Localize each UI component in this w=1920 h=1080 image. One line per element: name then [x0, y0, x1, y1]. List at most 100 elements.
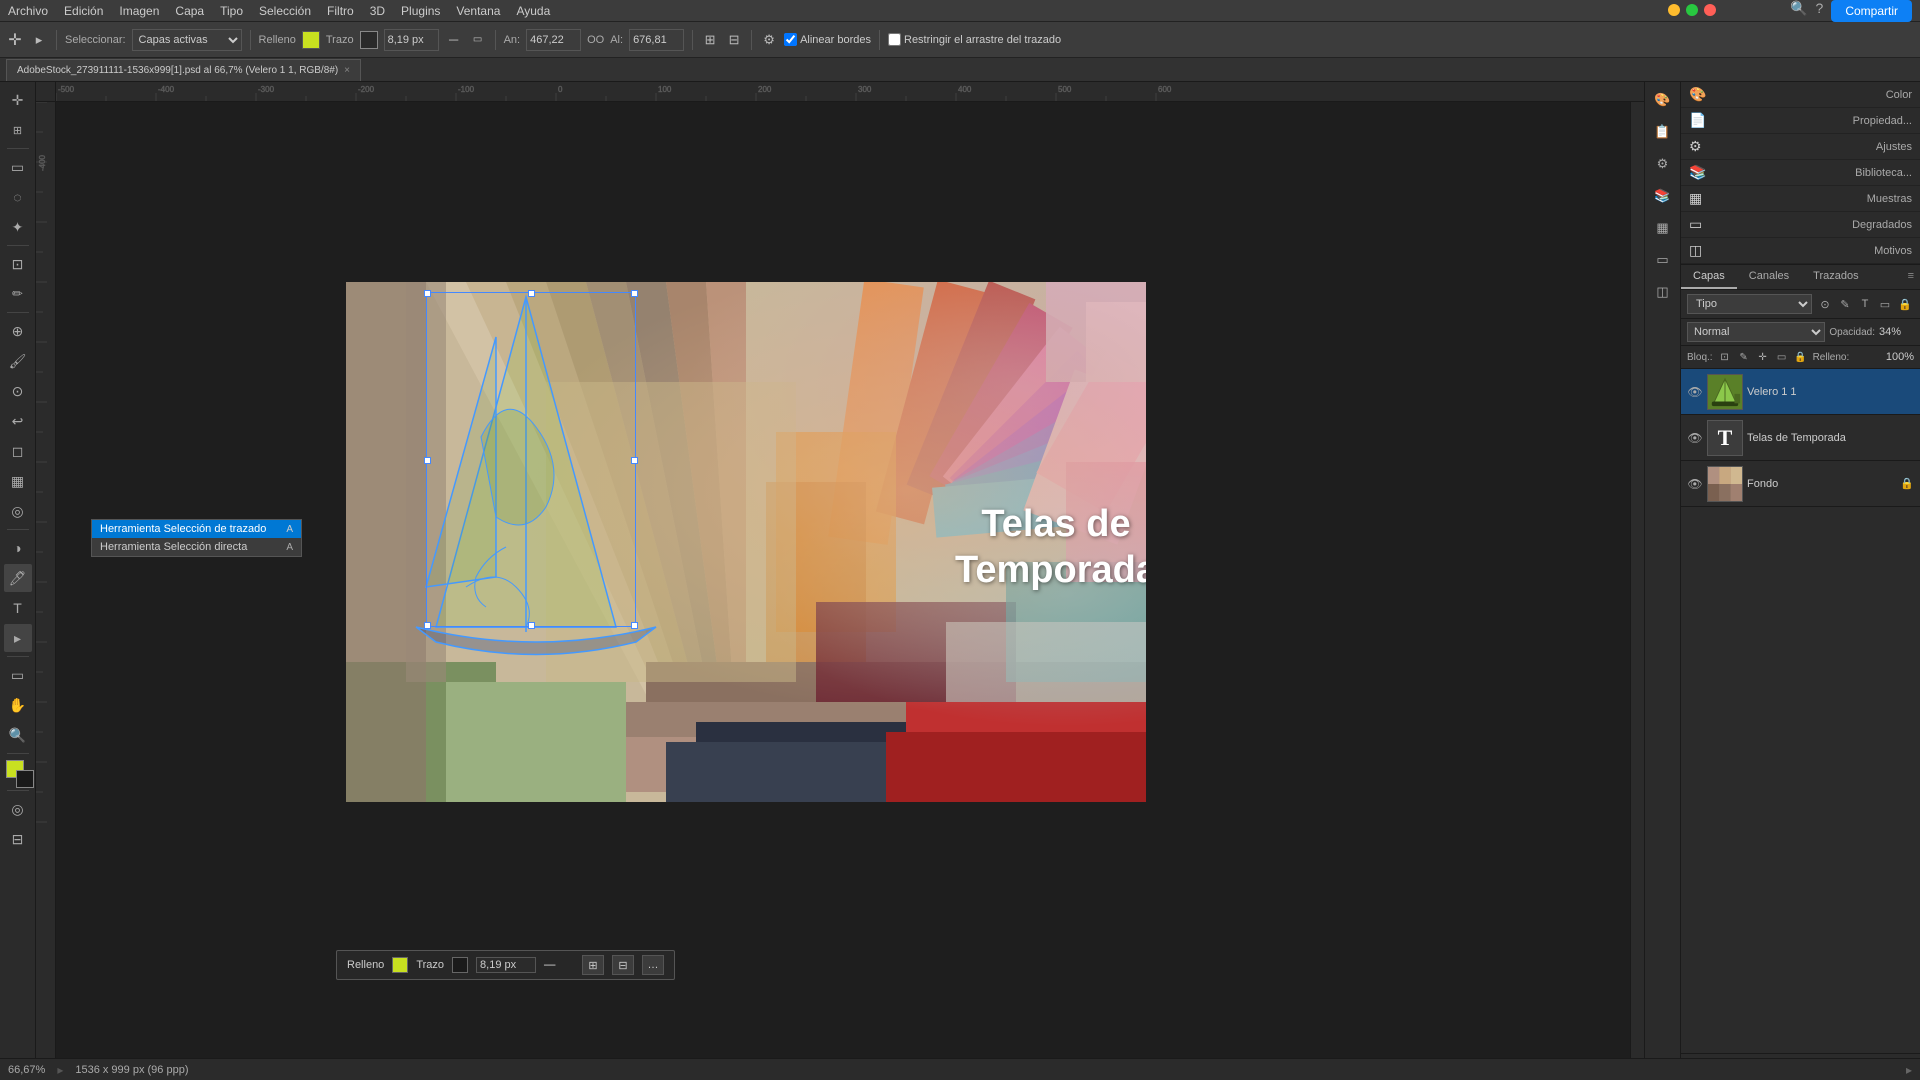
restringir-arrastre-checkbox[interactable]: [888, 33, 901, 46]
maximize-button[interactable]: [1686, 4, 1698, 16]
capas-activas-select[interactable]: Capas activas: [132, 29, 242, 51]
menu-ayuda[interactable]: Ayuda: [516, 4, 550, 18]
shape-tool[interactable]: ▭: [4, 661, 32, 689]
stamp-tool[interactable]: ⊙: [4, 377, 32, 405]
stroke-style-icon[interactable]: ─: [445, 31, 463, 49]
help-icon[interactable]: ?: [1816, 0, 1824, 22]
fill-color-swatch[interactable]: [302, 31, 320, 49]
hand-tool[interactable]: ✋: [4, 691, 32, 719]
dodge-tool[interactable]: ◑: [4, 534, 32, 562]
menu-3d[interactable]: 3D: [370, 4, 385, 18]
lock-pixels-icon[interactable]: ✎: [1736, 349, 1752, 365]
path-select-tool[interactable]: ▸: [4, 624, 32, 652]
path-ops-icon[interactable]: ⊞: [701, 31, 719, 49]
prop-ajustes[interactable]: ⚙ Ajustes: [1681, 134, 1920, 160]
layer-eye-velero[interactable]: 👁: [1687, 384, 1703, 400]
search-icon[interactable]: 🔍: [1790, 0, 1807, 22]
menu-seleccion[interactable]: Selección: [259, 4, 311, 18]
color-panel-icon[interactable]: 🎨: [1649, 86, 1677, 114]
layer-item-fondo[interactable]: 👁 Fondo: [1681, 461, 1920, 507]
tab-close-icon[interactable]: ×: [344, 65, 350, 76]
move-tool-icon[interactable]: ✛: [6, 31, 24, 49]
swatches-panel-icon[interactable]: ▦: [1649, 214, 1677, 242]
pen-tool[interactable]: 🖊: [4, 564, 32, 592]
menu-plugins[interactable]: Plugins: [401, 4, 440, 18]
quick-mask-icon[interactable]: ◎: [4, 795, 32, 823]
filter-pixel-icon[interactable]: ⊙: [1816, 295, 1834, 313]
path-align-icon[interactable]: ⊟: [725, 31, 743, 49]
filter-smart-icon[interactable]: 🔒: [1896, 295, 1914, 313]
ctx-stroke-style[interactable]: ─: [544, 957, 574, 973]
zoom-tool[interactable]: 🔍: [4, 721, 32, 749]
screen-mode-icon[interactable]: ⊟: [4, 825, 32, 853]
menu-filtro[interactable]: Filtro: [327, 4, 354, 18]
lock-transparent-icon[interactable]: ⊡: [1717, 349, 1733, 365]
lock-artboard-icon[interactable]: ▭: [1774, 349, 1790, 365]
gradients-panel-icon[interactable]: ▭: [1649, 246, 1677, 274]
tab-canales[interactable]: Canales: [1737, 265, 1801, 289]
type-tool[interactable]: T: [4, 594, 32, 622]
magic-wand-tool[interactable]: ✦: [4, 213, 32, 241]
panel-more-icon[interactable]: ≡: [1902, 265, 1920, 289]
prop-bibliotecas[interactable]: 📚 Biblioteca...: [1681, 160, 1920, 186]
move-tool[interactable]: ✛: [4, 86, 32, 114]
adjustments-panel-icon[interactable]: ⚙: [1649, 150, 1677, 178]
prop-motivos[interactable]: ◫ Motivos: [1681, 238, 1920, 264]
properties-panel-icon[interactable]: 📋: [1649, 118, 1677, 146]
layer-eye-text[interactable]: 👁: [1687, 430, 1703, 446]
gradient-tool[interactable]: ▦: [4, 467, 32, 495]
menu-tipo[interactable]: Tipo: [220, 4, 243, 18]
ctx-copy-button[interactable]: ⊞: [582, 955, 604, 975]
document-tab[interactable]: AdobeStock_273911111-1536x999[1].psd al …: [6, 59, 361, 81]
menu-edicion[interactable]: Edición: [64, 4, 103, 18]
artboard-tool[interactable]: ⊞: [4, 116, 32, 144]
brush-tool[interactable]: 🖌: [4, 347, 32, 375]
prop-propiedad[interactable]: 📄 Propiedad...: [1681, 108, 1920, 134]
marquee-tool[interactable]: ▭: [4, 153, 32, 181]
filter-type-icon[interactable]: T: [1856, 295, 1874, 313]
libraries-panel-icon[interactable]: 📚: [1649, 182, 1677, 210]
tab-capas[interactable]: Capas: [1681, 265, 1737, 289]
ctx-fill-swatch[interactable]: [392, 957, 408, 973]
height-input[interactable]: [629, 29, 684, 51]
prop-degradados[interactable]: ▭ Degradados: [1681, 212, 1920, 238]
layer-eye-fondo[interactable]: 👁: [1687, 476, 1703, 492]
stroke-size-input[interactable]: [384, 29, 439, 51]
layer-type-filter[interactable]: Tipo: [1687, 294, 1812, 314]
minimize-button[interactable]: [1668, 4, 1680, 16]
ctx-stroke-swatch[interactable]: [452, 957, 468, 973]
prop-muestras[interactable]: ▦ Muestras: [1681, 186, 1920, 212]
menu-capa[interactable]: Capa: [175, 4, 204, 18]
layer-item-velero[interactable]: 👁 Velero 1 1: [1681, 369, 1920, 415]
lock-position-icon[interactable]: ✛: [1755, 349, 1771, 365]
vertical-scrollbar[interactable]: [1630, 102, 1644, 1066]
menu-ventana[interactable]: Ventana: [456, 4, 500, 18]
menu-archivo[interactable]: Archivo: [8, 4, 48, 18]
alinear-bordes-checkbox[interactable]: [784, 33, 797, 46]
settings-icon[interactable]: ⚙: [760, 31, 778, 49]
filter-shape-icon[interactable]: ▭: [1876, 295, 1894, 313]
eraser-tool[interactable]: ◻: [4, 437, 32, 465]
tab-trazados[interactable]: Trazados: [1801, 265, 1870, 289]
lock-all-icon[interactable]: 🔒: [1793, 349, 1809, 365]
stroke-options-icon[interactable]: ▭: [469, 31, 487, 49]
blur-tool[interactable]: ◎: [4, 497, 32, 525]
ctx-align-button[interactable]: ⊟: [612, 955, 634, 975]
ctx-more-button[interactable]: …: [642, 955, 664, 975]
tool-tooltip-item-0[interactable]: Herramienta Selección de trazado A: [92, 520, 301, 538]
healing-tool[interactable]: ⊕: [4, 317, 32, 345]
eyedropper-tool[interactable]: ✏: [4, 280, 32, 308]
tool-tooltip-item-1[interactable]: Herramienta Selección directa A: [92, 538, 301, 556]
compartir-button[interactable]: Compartir: [1831, 0, 1912, 22]
blend-mode-select[interactable]: Normal Disolver Oscurecer Multiplicar: [1687, 322, 1825, 342]
history-tool[interactable]: ↩: [4, 407, 32, 435]
menu-imagen[interactable]: Imagen: [119, 4, 159, 18]
patterns-panel-icon[interactable]: ◫: [1649, 278, 1677, 306]
scroll-right-icon[interactable]: ▸: [1906, 1063, 1912, 1077]
lasso-tool[interactable]: ◌: [4, 183, 32, 211]
prop-color[interactable]: 🎨 Color: [1681, 82, 1920, 108]
width-input[interactable]: [526, 29, 581, 51]
layer-item-text[interactable]: 👁 T Telas de Temporada: [1681, 415, 1920, 461]
tool-arrow-icon[interactable]: ▸: [30, 31, 48, 49]
crop-tool[interactable]: ⊡: [4, 250, 32, 278]
